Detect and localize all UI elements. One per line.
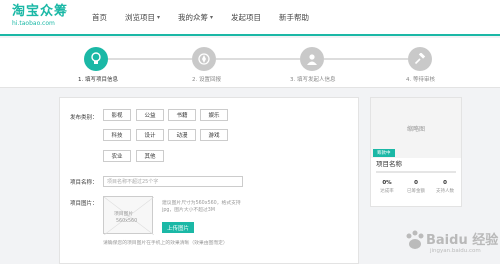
category-button-entertainment[interactable]: 娱乐 [200,109,228,121]
preview-card: 缩略图 筹款中 项目名称 0% 达成率 0 已筹金额 0 支持人数 [370,97,462,207]
nav-item-my-crowdfunding[interactable]: 我的众筹 ▾ [178,12,213,23]
image-box-size: 560x560 [116,219,138,224]
category-button-design[interactable]: 设计 [136,129,164,141]
category-label: 发布类别： [70,115,98,121]
step-2-label: 2. 设置回报 [192,77,221,83]
nav-label: 浏览项目 [125,13,155,22]
name-label: 项目名称： [70,180,98,186]
chevron-down-icon: ▾ [210,14,214,21]
lightbulb-icon [91,52,101,64]
stat-backers: 0 支持人数 [431,180,459,194]
stat-label: 支持人数 [436,189,454,194]
nav-item-home[interactable]: 首页 [92,12,107,23]
progress-steps: 1. 填写项目信息 2. 设置回报 3. 填写发起人信息 4. 等待审核 [0,38,500,88]
stat-value: 0 [414,180,418,186]
gavel-icon [414,53,426,65]
step-3-label: 3. 填写发起人信息 [290,77,336,83]
stat-raised: 0 已筹金额 [402,180,430,194]
site-logo[interactable]: 淘宝众筹 hi.taobao.com [12,4,68,28]
main-nav: 首页 浏览项目 ▾ 我的众筹 ▾ 发起项目 新手帮助 [92,12,327,23]
category-button-other[interactable]: 其他 [136,150,164,162]
stat-value: 0% [382,180,392,186]
category-button-charity[interactable]: 公益 [136,109,164,121]
compass-icon [198,53,210,65]
step-1-label: 1. 填写项目信息 [78,77,118,83]
baidu-watermark: Baidu 经验 jingyan.baidu.com [400,225,500,264]
funding-progress-bar [376,171,456,173]
watermark-url: jingyan.baidu.com [430,248,481,254]
step-4-label: 4. 等待审核 [406,77,435,83]
nav-label: 首页 [92,13,107,22]
step-connector [324,58,408,60]
stat-rate: 0% 达成率 [373,180,401,194]
category-button-games[interactable]: 游戏 [200,129,228,141]
logo-title: 淘宝众筹 [12,4,69,19]
nav-label: 新手帮助 [279,13,310,22]
logo-subtitle: hi.taobao.com [12,20,55,27]
top-navbar: 淘宝众筹 hi.taobao.com 首页 浏览项目 ▾ 我的众筹 ▾ 发起项目 新… [0,0,500,36]
category-button-tech[interactable]: 科技 [103,129,131,141]
image-box-text: 项目图片 [114,212,134,217]
step-2-circle [192,47,216,71]
paw-icon [406,230,424,249]
stat-label: 已筹金额 [407,189,425,194]
nav-label: 发起项目 [231,13,262,22]
category-button-anime[interactable]: 动漫 [168,129,196,141]
thumbnail-label: 缩略图 [406,125,425,133]
step-4-circle [408,47,432,71]
status-badge: 筹款中 [373,149,395,157]
stat-label: 达成率 [380,189,394,194]
category-button-agriculture[interactable]: 农业 [103,150,131,162]
image-hint-1: 建议图片尺寸为560x560，格式支持 [162,201,241,206]
user-icon [307,54,317,65]
upload-image-button[interactable]: 上传图片 [162,222,194,233]
stat-value: 0 [443,180,447,186]
nav-item-browse[interactable]: 浏览项目 ▾ [125,12,160,23]
nav-item-launch[interactable]: 发起项目 [231,12,261,23]
watermark-text: Baidu 经验 [426,233,499,248]
category-button-books[interactable]: 书籍 [168,109,196,121]
project-name-input[interactable]: 项目名称不超过25个字 [103,176,243,187]
preview-project-name: 项目名称 [376,160,402,168]
nav-label: 我的众筹 [178,13,209,22]
step-1-circle [84,47,108,71]
category-button-film[interactable]: 影视 [103,109,131,121]
nav-item-help[interactable]: 新手帮助 [279,12,309,23]
step-connector [108,58,192,60]
step-3-circle [300,47,324,71]
step-connector [216,58,300,60]
image-bottom-note: 请确保您的项目图片在手机上的效果清晰（效果由图而定） [103,241,228,246]
image-label: 项目图片： [70,201,98,207]
image-hint-2: jpg，图片大小不超过3M [162,208,215,213]
chevron-down-icon: ▾ [157,14,161,21]
